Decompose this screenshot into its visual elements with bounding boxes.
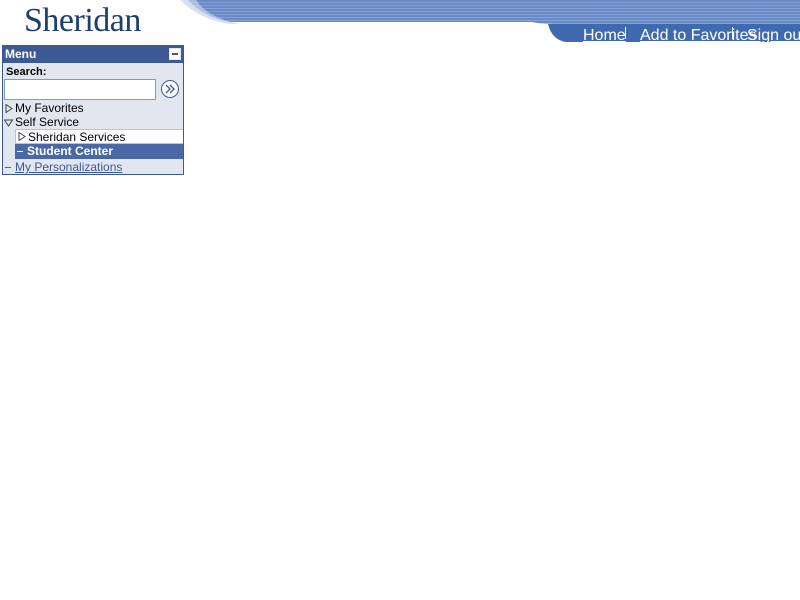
menu-item-label: Student Center <box>27 144 114 158</box>
menu-item-self-service[interactable]: Self Service <box>3 115 183 129</box>
menu-item-sheridan-services[interactable]: Sheridan Services <box>15 129 183 144</box>
menu-item-my-personalizations[interactable]: My Personalizations <box>3 160 183 175</box>
dash-icon <box>5 167 11 168</box>
triangle-right-icon <box>18 132 26 141</box>
double-chevron-right-icon <box>165 84 175 94</box>
dash-icon <box>17 151 23 152</box>
home-link[interactable]: Home <box>583 27 626 45</box>
menu-item-label: My Favorites <box>15 101 84 115</box>
header-banner: Sheridan Home Add to Favorites Sign out <box>0 0 800 44</box>
menu-tree: My Favorites Self Service Sheridan Servi… <box>3 101 183 175</box>
search-input[interactable] <box>4 79 156 100</box>
menu-item-student-center[interactable]: Student Center <box>15 144 183 159</box>
collapse-icon[interactable] <box>169 48 181 60</box>
search-go-button[interactable] <box>161 80 179 98</box>
menu-item-my-favorites[interactable]: My Favorites <box>3 101 183 115</box>
menu-title: Menu <box>5 47 37 61</box>
nav-separator <box>625 27 626 39</box>
add-to-favorites-link[interactable]: Add to Favorites <box>640 27 757 45</box>
menu-header: Menu <box>3 46 183 63</box>
search-label: Search: <box>6 66 47 78</box>
sign-out-link[interactable]: Sign out <box>747 27 800 45</box>
triangle-right-icon <box>5 104 13 113</box>
menu-panel: Menu Search: My Favorites Self Service S… <box>2 45 184 175</box>
my-personalizations-link[interactable]: My Personalizations <box>15 160 122 175</box>
sheridan-logo: Sheridan <box>24 2 141 39</box>
menu-item-label: Self Service <box>15 115 80 129</box>
triangle-down-icon <box>4 119 14 127</box>
nav-separator <box>732 27 733 39</box>
menu-item-label: Sheridan Services <box>28 130 126 144</box>
